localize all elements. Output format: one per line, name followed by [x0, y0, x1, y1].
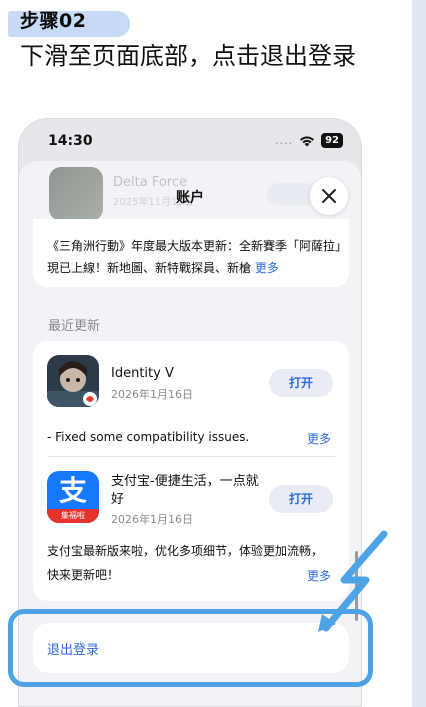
sheet-header: Delta Force 2025年11月15日 账户 [19, 161, 361, 221]
step-label: 步骤02 [20, 10, 87, 32]
app-divider [47, 456, 335, 457]
identity-v-icon-art [47, 355, 99, 407]
note-more-link[interactable]: 更多 [255, 261, 279, 275]
release-note-text: 《三角洲行動》年度最大版本更新：全新賽季「阿薩拉」現已上線！新地圖、新特戰探員、… [47, 235, 343, 279]
wifi-icon [300, 136, 315, 146]
close-button[interactable] [310, 177, 348, 215]
release-note-card: 《三角洲行動》年度最大版本更新：全新賽季「阿薩拉」現已上線！新地圖、新特戰探員、… [33, 219, 349, 287]
status-time: 14:30 [48, 133, 93, 149]
annotation-arrow [318, 530, 388, 632]
release-note-body: 《三角洲行動》年度最大版本更新：全新賽季「阿薩拉」現已上線！新地圖、新特戰探員、… [47, 239, 342, 275]
battery-icon: 92 [321, 133, 343, 148]
app-name-alipay: 支付宝-便捷生活，一点就好 [111, 474, 259, 507]
app-name-identity-v: Identity V [111, 366, 174, 381]
close-icon [322, 189, 336, 203]
page-right-strip [412, 0, 426, 707]
instruction-text: 下滑至页面底部，点击退出登录 [20, 42, 356, 70]
app-notes-identity-v: - Fixed some compatibility issues. [47, 430, 250, 444]
alipay-app-icon[interactable]: 支 集福啦 [47, 471, 99, 523]
alipay-icon-tag: 集福啦 [47, 509, 99, 523]
section-recent-updates: 最近更新 [48, 319, 101, 334]
open-button-identity-v[interactable]: 打开 [269, 369, 333, 397]
app-date-identity-v: 2026年1月16日 [111, 388, 193, 401]
signal-dots: .... [275, 134, 294, 147]
alipay-icon-glyph: 支 [58, 474, 87, 507]
identity-v-app-icon[interactable] [47, 355, 99, 407]
app-date-alipay: 2026年1月16日 [111, 513, 193, 526]
open-button-alipay[interactable]: 打开 [269, 485, 333, 513]
more-link-identity-v[interactable]: 更多 [307, 430, 331, 447]
status-icons: .... 92 [275, 133, 343, 148]
app-notes-alipay: 支付宝最新版来啦，优化多项细节，体验更加流畅，快来更新吧！ [47, 544, 324, 582]
